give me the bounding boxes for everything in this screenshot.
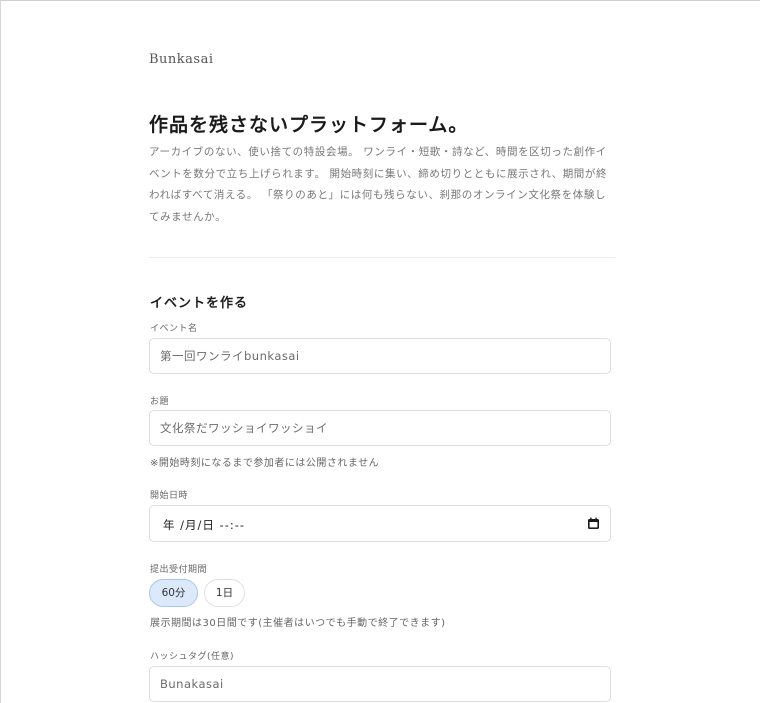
topic-input[interactable] — [149, 410, 611, 446]
hero-title: 作品を残さないプラットフォーム。 — [149, 114, 469, 136]
hashtag-label: ハッシュタグ(任意) — [150, 652, 235, 662]
event-name-label: イベント名 — [150, 324, 198, 334]
submission-period-label: 提出受付期間 — [150, 565, 208, 575]
page-frame: Bunkasai 作品を残さないプラットフォーム。 アーカイブのない、使い捨ての… — [0, 0, 760, 703]
period-option-1day[interactable]: 1日 — [204, 579, 245, 607]
hero-description: アーカイブのない、使い捨ての特設会場。 ワンライ・短歌・詩など、時間を区切った創… — [149, 146, 608, 223]
create-event-heading: イベントを作る — [150, 296, 249, 311]
period-option-60min[interactable]: 60分 — [149, 579, 198, 607]
topic-label: お題 — [150, 397, 170, 407]
start-datetime-input[interactable]: 年 /月/日 --:-- — [149, 505, 611, 542]
start-datetime-label: 開始日時 — [150, 491, 189, 501]
hashtag-input[interactable] — [149, 666, 611, 702]
section-divider — [149, 257, 615, 258]
start-datetime-value[interactable]: 年 /月/日 --:-- — [163, 517, 245, 533]
topic-visibility-note: ※開始時刻になるまで参加者には公開されません — [150, 458, 380, 469]
event-name-input[interactable] — [149, 338, 611, 374]
brand-logo-text[interactable]: Bunkasai — [149, 52, 214, 67]
calendar-icon[interactable] — [587, 517, 600, 530]
exhibition-period-note: 展示期間は30日間です(主催者はいつでも手動で終了できます) — [150, 618, 446, 629]
